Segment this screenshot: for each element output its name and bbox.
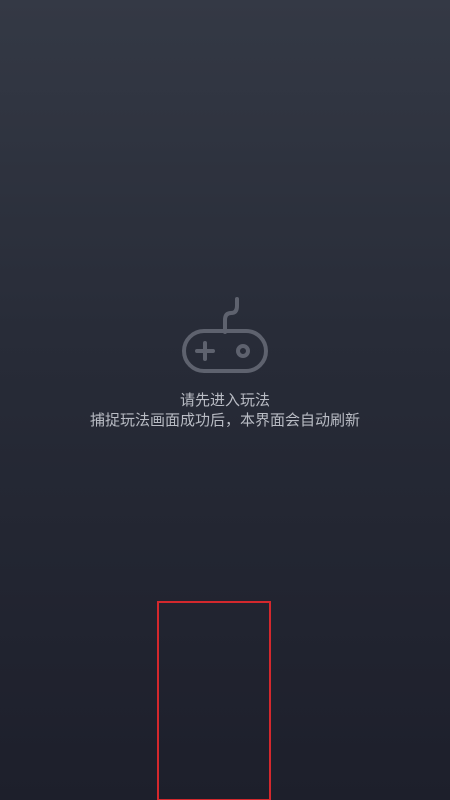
gamepad-icon [182, 297, 268, 373]
highlight-box [157, 601, 271, 800]
empty-state: 请先进入玩法 捕捉玩法画面成功后，本界面会自动刷新 [0, 296, 450, 430]
empty-state-description: 捕捉玩法画面成功后，本界面会自动刷新 [89, 411, 360, 429]
empty-state-title: 请先进入玩法 [179, 391, 270, 409]
